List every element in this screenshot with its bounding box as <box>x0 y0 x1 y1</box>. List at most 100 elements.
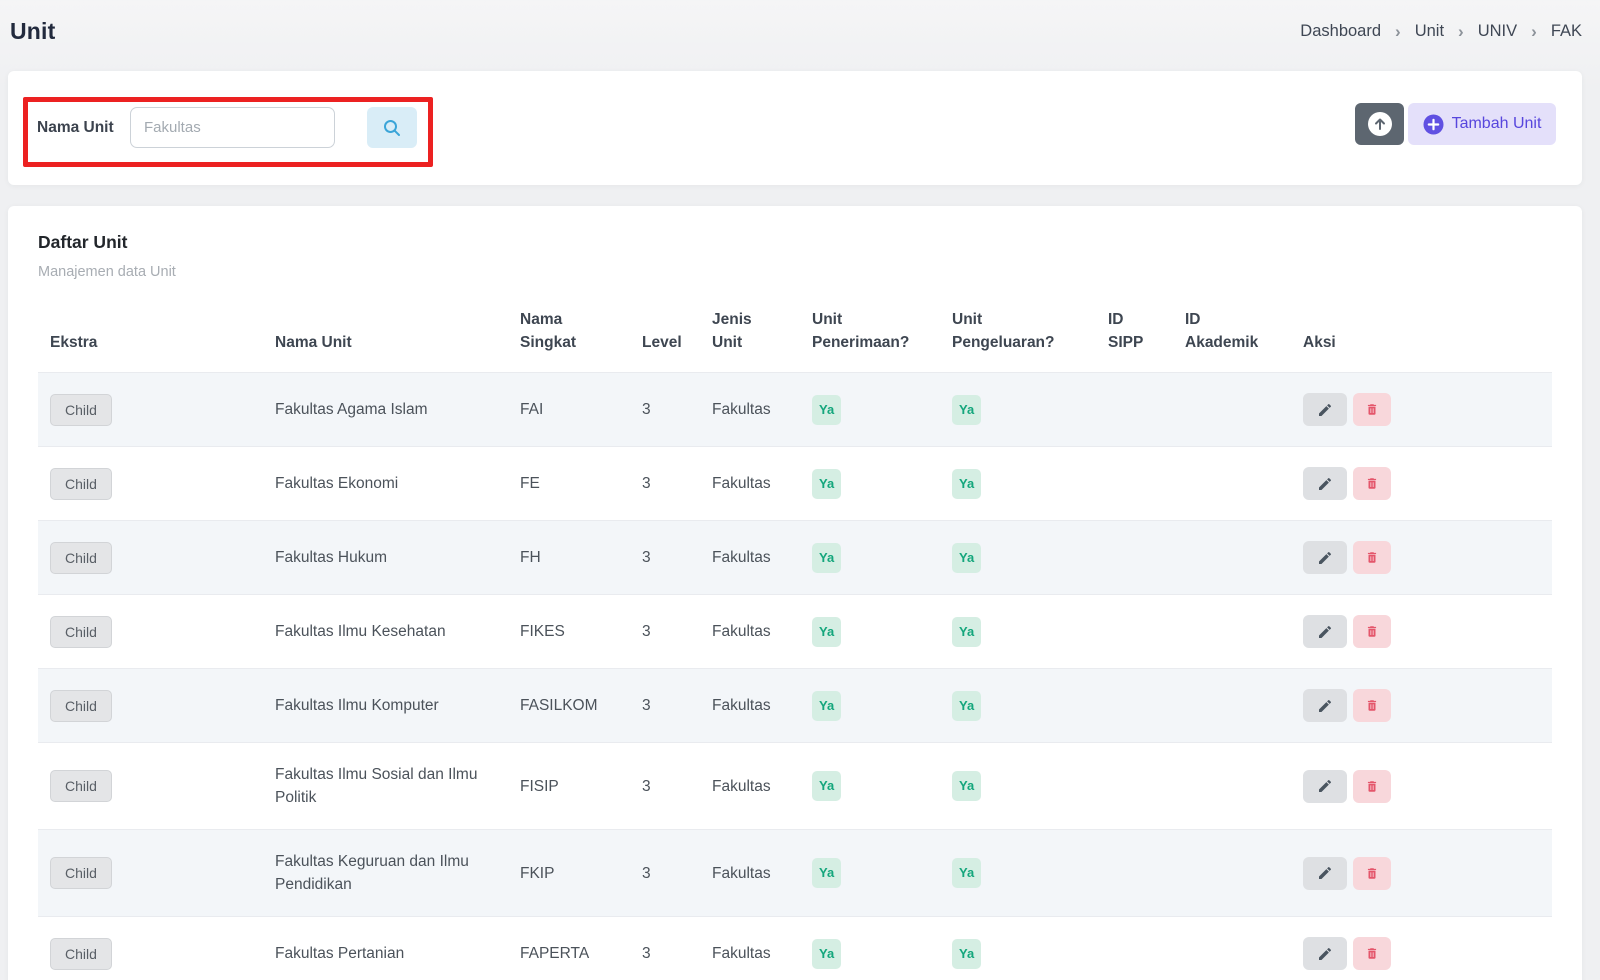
pengeluaran-cell: Ya <box>940 595 1096 669</box>
child-button[interactable]: Child <box>50 857 112 889</box>
page-title: Unit <box>10 18 56 45</box>
child-button[interactable]: Child <box>50 542 112 574</box>
delete-button[interactable] <box>1353 467 1391 500</box>
unit-name-cell: Fakultas Keguruan dan Ilmu Pendidikan <box>263 830 508 917</box>
breadcrumb-unit[interactable]: Unit <box>1415 22 1444 41</box>
edit-button[interactable] <box>1303 770 1347 803</box>
table-row: Child Fakultas Ilmu Komputer FASILKOM 3 … <box>38 669 1552 743</box>
edit-button[interactable] <box>1303 689 1347 722</box>
child-button[interactable]: Child <box>50 394 112 426</box>
child-button[interactable]: Child <box>50 616 112 648</box>
unit-level-cell: 3 <box>630 743 700 830</box>
pencil-icon <box>1317 698 1333 714</box>
delete-button[interactable] <box>1353 770 1391 803</box>
ekstra-cell: Child <box>38 373 263 447</box>
list-subtitle: Manajemen data Unit <box>38 264 176 280</box>
child-button[interactable]: Child <box>50 938 112 970</box>
ekstra-cell: Child <box>38 521 263 595</box>
id-akademik-cell <box>1173 830 1291 917</box>
table-row: Child Fakultas Ilmu Kesehatan FIKES 3 Fa… <box>38 595 1552 669</box>
ekstra-cell: Child <box>38 743 263 830</box>
pengeluaran-cell: Ya <box>940 447 1096 521</box>
penerimaan-badge: Ya <box>812 543 841 573</box>
unit-level-cell: 3 <box>630 373 700 447</box>
upload-button[interactable] <box>1355 103 1404 145</box>
ekstra-cell: Child <box>38 830 263 917</box>
delete-button[interactable] <box>1353 541 1391 574</box>
id-akademik-cell <box>1173 743 1291 830</box>
trash-icon <box>1365 550 1379 565</box>
unit-abbr-cell: FE <box>508 447 630 521</box>
header-aksi: Aksi <box>1291 294 1552 373</box>
pengeluaran-cell: Ya <box>940 830 1096 917</box>
chevron-right-icon: › <box>1458 23 1464 40</box>
breadcrumb-dashboard[interactable]: Dashboard <box>1300 22 1381 41</box>
aksi-cell <box>1291 669 1552 743</box>
breadcrumb: Dashboard › Unit › UNIV › FAK <box>1300 22 1582 41</box>
unit-table-body: Child Fakultas Agama Islam FAI 3 Fakulta… <box>38 373 1552 980</box>
delete-button[interactable] <box>1353 393 1391 426</box>
table-header-row: Ekstra Nama Unit Nama Singkat Level Jeni… <box>38 294 1552 373</box>
chevron-right-icon: › <box>1395 23 1401 40</box>
child-button[interactable]: Child <box>50 770 112 802</box>
delete-button[interactable] <box>1353 615 1391 648</box>
pengeluaran-cell: Ya <box>940 917 1096 980</box>
header-nama-unit: Nama Unit <box>263 294 508 373</box>
edit-button[interactable] <box>1303 393 1347 426</box>
unit-name-cell: Fakultas Pertanian <box>263 917 508 980</box>
id-akademik-cell <box>1173 595 1291 669</box>
nama-unit-input[interactable] <box>130 107 335 148</box>
penerimaan-cell: Ya <box>800 743 940 830</box>
pengeluaran-cell: Ya <box>940 743 1096 830</box>
pengeluaran-badge: Ya <box>952 771 981 801</box>
aksi-cell <box>1291 917 1552 980</box>
edit-button[interactable] <box>1303 541 1347 574</box>
table-row: Child Fakultas Keguruan dan Ilmu Pendidi… <box>38 830 1552 917</box>
delete-button[interactable] <box>1353 937 1391 970</box>
id-akademik-cell <box>1173 521 1291 595</box>
penerimaan-badge: Ya <box>812 939 841 969</box>
edit-button[interactable] <box>1303 937 1347 970</box>
id-akademik-cell <box>1173 373 1291 447</box>
unit-name-cell: Fakultas Ekonomi <box>263 447 508 521</box>
penerimaan-cell: Ya <box>800 917 940 980</box>
list-title: Daftar Unit <box>38 232 127 253</box>
delete-button[interactable] <box>1353 857 1391 890</box>
unit-table: Ekstra Nama Unit Nama Singkat Level Jeni… <box>38 294 1552 980</box>
id-sipp-cell <box>1096 669 1173 743</box>
edit-button[interactable] <box>1303 467 1347 500</box>
search-button[interactable] <box>367 107 417 148</box>
edit-button[interactable] <box>1303 615 1347 648</box>
add-unit-label: Tambah Unit <box>1452 115 1542 133</box>
table-row: Child Fakultas Agama Islam FAI 3 Fakulta… <box>38 373 1552 447</box>
pengeluaran-badge: Ya <box>952 691 981 721</box>
unit-abbr-cell: FISIP <box>508 743 630 830</box>
penerimaan-cell: Ya <box>800 830 940 917</box>
unit-type-cell: Fakultas <box>700 917 800 980</box>
pencil-icon <box>1317 946 1333 962</box>
unit-name-cell: Fakultas Ilmu Komputer <box>263 669 508 743</box>
pengeluaran-badge: Ya <box>952 858 981 888</box>
breadcrumb-univ[interactable]: UNIV <box>1478 22 1517 41</box>
penerimaan-cell: Ya <box>800 521 940 595</box>
unit-name-cell: Fakultas Agama Islam <box>263 373 508 447</box>
penerimaan-badge: Ya <box>812 771 841 801</box>
edit-button[interactable] <box>1303 857 1347 890</box>
penerimaan-cell: Ya <box>800 669 940 743</box>
pengeluaran-badge: Ya <box>952 939 981 969</box>
unit-level-cell: 3 <box>630 595 700 669</box>
penerimaan-cell: Ya <box>800 595 940 669</box>
pencil-icon <box>1317 865 1333 881</box>
child-button[interactable]: Child <box>50 468 112 500</box>
child-button[interactable]: Child <box>50 690 112 722</box>
penerimaan-badge: Ya <box>812 691 841 721</box>
unit-level-cell: 3 <box>630 917 700 980</box>
id-sipp-cell <box>1096 830 1173 917</box>
penerimaan-cell: Ya <box>800 447 940 521</box>
delete-button[interactable] <box>1353 689 1391 722</box>
id-akademik-cell <box>1173 669 1291 743</box>
table-row: Child Fakultas Pertanian FAPERTA 3 Fakul… <box>38 917 1552 980</box>
add-unit-button[interactable]: Tambah Unit <box>1408 103 1556 145</box>
breadcrumb-fak: FAK <box>1551 22 1582 41</box>
unit-type-cell: Fakultas <box>700 521 800 595</box>
